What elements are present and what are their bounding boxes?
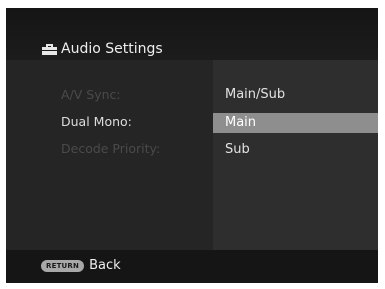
title-bar: Audio Settings: [6, 8, 378, 60]
menu-item-decode-priority: Decode Priority:: [61, 141, 161, 156]
back-action[interactable]: RETURN Back: [41, 258, 121, 273]
settings-menu: A/V Sync: Dual Mono: Decode Priority:: [6, 60, 213, 250]
page-title: Audio Settings: [42, 41, 163, 57]
menu-item-av-sync: A/V Sync:: [61, 87, 121, 102]
return-button-icon: RETURN: [41, 259, 85, 272]
option-main[interactable]: Main: [213, 113, 378, 133]
toolbox-icon: [42, 43, 57, 55]
footer-bar: RETURN Back: [6, 250, 378, 283]
page-title-label: Audio Settings: [61, 41, 163, 57]
back-label: Back: [89, 258, 121, 273]
options-panel: Main/Sub Main Sub: [213, 60, 378, 250]
option-main-sub[interactable]: Main/Sub: [213, 85, 378, 105]
menu-item-dual-mono[interactable]: Dual Mono:: [61, 114, 132, 129]
option-sub[interactable]: Sub: [213, 140, 378, 160]
audio-settings-screen: Audio Settings A/V Sync: Dual Mono: Deco…: [6, 8, 378, 283]
